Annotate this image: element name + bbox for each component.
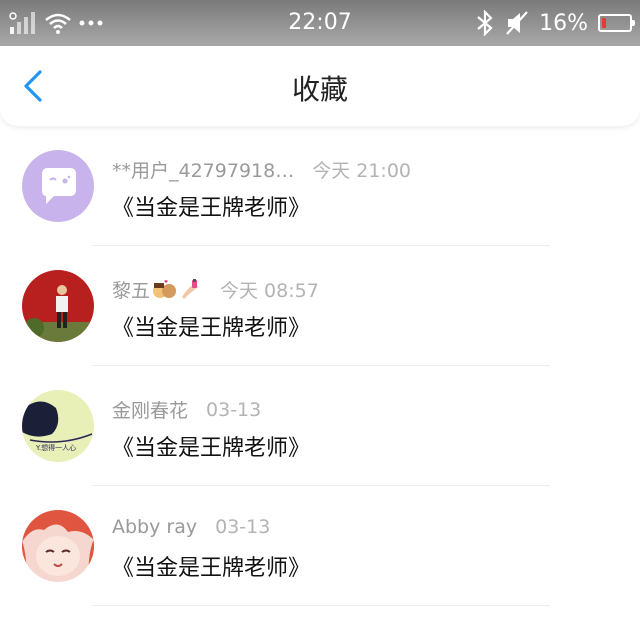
anime-avatar-pink [22,510,94,582]
list-item[interactable]: Y.想得一人心 金刚春花 03-13 《当金是王牌老师》 [0,366,640,486]
bluetooth-icon [477,10,493,36]
status-bar: 22:07 16% [0,0,640,46]
chat-bubble-avatar [22,150,94,222]
user-name: 金刚春花 [112,400,189,422]
item-meta: Abby ray 03-13 [112,516,270,538]
svg-text:Y.想得一人心: Y.想得一人心 [35,443,76,452]
item-title: 《当金是王牌老师》 [112,196,311,221]
photo-avatar-green: Y.想得一人心 [22,390,94,462]
battery-icon [598,14,635,32]
photo-avatar-red [22,270,94,342]
divider [92,605,550,606]
item-meta: 黎五 今天 08:57 [112,276,319,303]
avatar[interactable] [22,270,94,342]
battery-level [602,18,607,28]
avatar[interactable] [22,510,94,582]
avatar[interactable] [22,150,94,222]
favorites-list: **用户_42797918… 今天 21:00 《当金是王牌老师》 黎五 今天 … [0,126,640,606]
list-item[interactable]: Abby ray 03-13 《当金是王牌老师》 [0,486,640,606]
page-title: 收藏 [291,73,348,106]
item-time: 今天 08:57 [220,280,319,302]
user-name: 黎五 [112,280,151,302]
couple-emoji [153,279,177,298]
mute-icon [506,11,528,35]
user-name: **用户_42797918… [112,160,295,182]
status-right-icons: 16% [475,10,635,36]
battery-percent: 16% [539,10,588,36]
item-time: 今天 21:00 [312,160,412,182]
item-title: 《当金是王牌老师》 [112,556,311,581]
item-meta: 金刚春花 03-13 [112,396,261,423]
user-name: Abby ray [112,516,198,538]
item-time: 03-13 [206,398,262,421]
list-item[interactable]: **用户_42797918… 今天 21:00 《当金是王牌老师》 [0,126,640,246]
list-item[interactable]: 黎五 今天 08:57 《当金是王牌老师》 [0,246,640,366]
avatar[interactable]: Y.想得一人心 [22,390,94,462]
nav-bar: 收藏 [0,46,640,126]
nail-polish-emoji [182,278,199,299]
item-meta: **用户_42797918… 今天 21:00 [112,156,411,183]
item-title: 《当金是王牌老师》 [112,436,311,461]
item-time: 03-13 [215,516,271,538]
item-title: 《当金是王牌老师》 [112,316,311,341]
